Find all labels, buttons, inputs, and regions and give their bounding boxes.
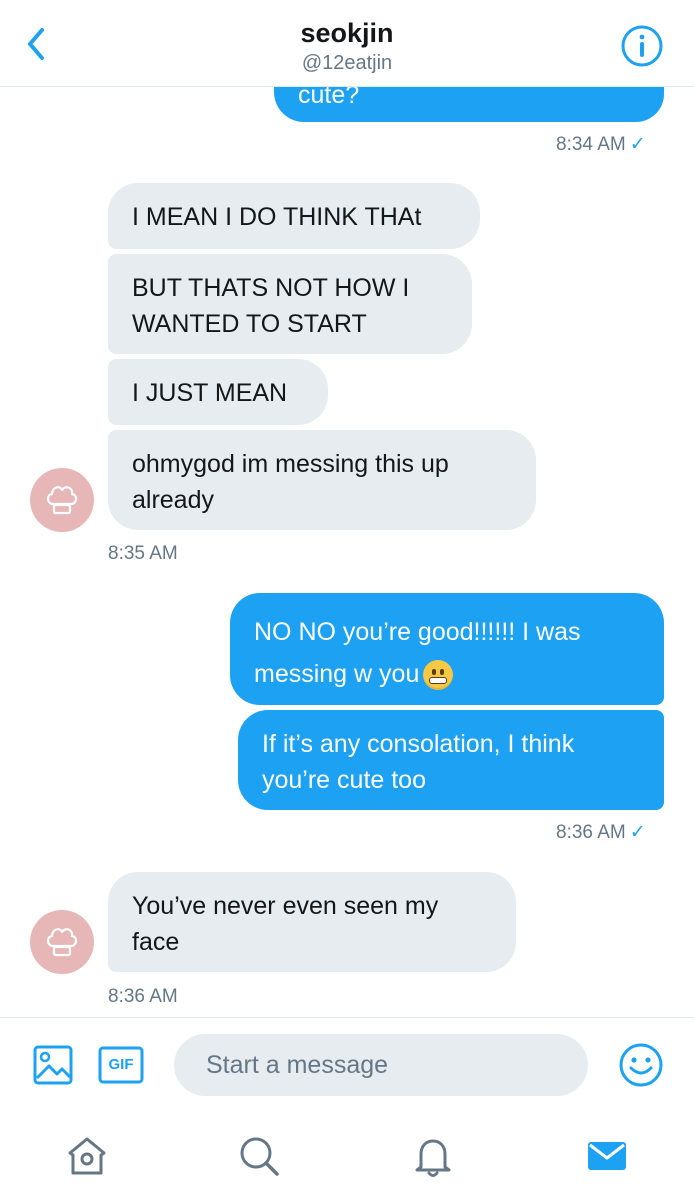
avatar[interactable]	[30, 910, 94, 974]
add-gif-button[interactable]: GIF	[98, 1046, 144, 1089]
emoji-icon	[619, 1043, 663, 1087]
message-bubble-outgoing[interactable]: NO NO you’re good!!!!!! I was messing w …	[230, 593, 664, 705]
tab-home[interactable]	[62, 1131, 112, 1181]
conversation-header: seokjin @12eatjin	[0, 0, 694, 87]
avatar[interactable]	[30, 468, 94, 532]
message-text: You’ve never even seen my face	[132, 892, 439, 956]
chef-hat-icon	[46, 928, 78, 957]
gif-label: GIF	[108, 1056, 134, 1073]
message-thread[interactable]: cute? 8:34 AM ✓ I MEAN I DO THINK THAt BU…	[0, 87, 694, 1017]
read-check-icon: ✓	[629, 822, 646, 843]
message-text: If it’s any consolation, I think you’re …	[262, 730, 575, 794]
timestamp: 8:34 AM ✓	[556, 134, 646, 155]
message-bubble-incoming[interactable]: I JUST MEAN	[108, 359, 328, 425]
message-bubble-incoming[interactable]: ohmygod im messing this up already	[108, 430, 536, 530]
message-bubble-outgoing[interactable]: cute?	[274, 87, 664, 122]
timestamp: 8:36 AM ✓	[556, 822, 646, 843]
add-photo-button[interactable]	[32, 1044, 74, 1091]
message-bubble-outgoing[interactable]: If it’s any consolation, I think you’re …	[238, 710, 664, 810]
message-bubble-incoming[interactable]: You’ve never even seen my face	[108, 872, 516, 972]
tab-notifications[interactable]	[408, 1131, 458, 1181]
mail-icon	[588, 1142, 626, 1170]
message-text: cute?	[298, 87, 360, 109]
conversation-title[interactable]: seokjin @12eatjin	[0, 16, 694, 76]
home-icon	[68, 1137, 106, 1175]
contact-handle: @12eatjin	[301, 52, 393, 74]
emoji-button[interactable]	[618, 1042, 664, 1093]
message-text: I JUST MEAN	[132, 379, 288, 407]
timestamp: 8:36 AM	[108, 986, 178, 1007]
message-text: NO NO you’re good!!!!!! I was messing w …	[254, 618, 581, 688]
message-text: I MEAN I DO THINK THAt	[132, 203, 422, 231]
message-composer: GIF	[0, 1017, 694, 1114]
message-text: BUT THATS NOT HOW I WANTED TO START	[132, 274, 410, 338]
grimace-emoji-icon	[423, 660, 454, 691]
info-button[interactable]	[620, 24, 664, 68]
bottom-tab-bar	[0, 1113, 694, 1200]
message-bubble-incoming[interactable]: BUT THATS NOT HOW I WANTED TO START	[108, 254, 472, 354]
image-icon	[33, 1045, 73, 1085]
message-input[interactable]	[174, 1034, 588, 1096]
search-icon	[240, 1137, 279, 1176]
tab-messages[interactable]	[582, 1131, 632, 1181]
bell-icon	[415, 1139, 451, 1177]
contact-name: seokjin	[300, 18, 394, 48]
read-check-icon: ✓	[629, 134, 646, 155]
message-bubble-incoming[interactable]: I MEAN I DO THINK THAt	[108, 183, 480, 249]
timestamp: 8:35 AM	[108, 543, 178, 564]
info-icon	[621, 25, 663, 67]
tab-search[interactable]	[234, 1131, 284, 1181]
message-text: ohmygod im messing this up already	[132, 450, 449, 514]
chef-hat-icon	[46, 486, 78, 515]
